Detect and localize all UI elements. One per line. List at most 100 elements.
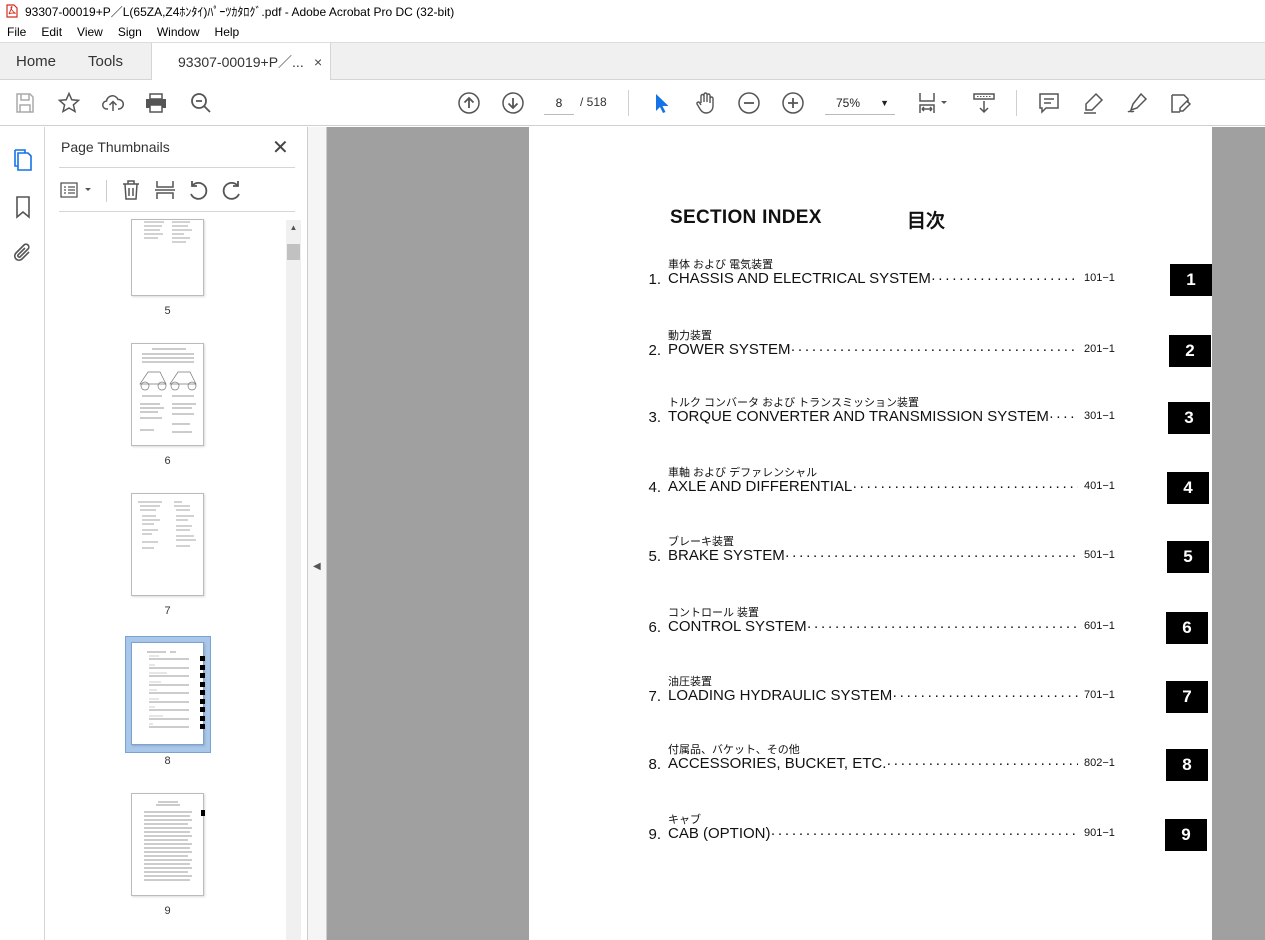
entry-number: 3. bbox=[648, 409, 661, 426]
title-bar: 93307-00019+P／L(65ZA,Z4ﾎﾝﾀｲ)ﾊﾟｰﾂｶﾀﾛｸﾞ.pd… bbox=[0, 0, 1265, 22]
tab-document[interactable]: 93307-00019+P／... × bbox=[151, 43, 331, 81]
tab-home[interactable]: Home bbox=[16, 43, 56, 80]
panel-title: Page Thumbnails bbox=[61, 139, 170, 155]
select-cursor-icon[interactable] bbox=[649, 91, 673, 115]
next-page-icon[interactable] bbox=[501, 91, 525, 115]
section-index-heading: SECTION INDEX bbox=[670, 207, 822, 228]
toolbar-divider bbox=[106, 180, 107, 202]
section-tab-marker: 3 bbox=[1168, 402, 1210, 434]
entry-title: CONTROL SYSTEM··························… bbox=[668, 618, 1078, 635]
comment-icon[interactable] bbox=[1037, 91, 1061, 115]
menu-window[interactable]: Window bbox=[150, 25, 208, 39]
panel-splitter[interactable]: ◀ bbox=[308, 127, 327, 940]
sign-pen-icon[interactable] bbox=[1125, 91, 1149, 115]
entry-title: CHASSIS AND ELECTRICAL SYSTEM···········… bbox=[668, 270, 1078, 287]
thumbnails-scrollbar[interactable]: ▲ bbox=[286, 220, 301, 940]
fill-sign-icon[interactable] bbox=[1169, 91, 1193, 115]
thumbnail-toolbar bbox=[45, 174, 308, 214]
collapse-panel-arrow-icon[interactable]: ◀ bbox=[313, 561, 321, 572]
thumbnail-label: 5 bbox=[164, 305, 171, 317]
entry-number: 4. bbox=[648, 479, 661, 496]
scrollbar-thumb[interactable] bbox=[287, 244, 300, 260]
hand-tool-icon[interactable] bbox=[693, 91, 717, 115]
index-entry: ブレーキ装置 5. BRAKE SYSTEM··················… bbox=[529, 533, 1212, 593]
entry-page-ref: 301−1 bbox=[1084, 410, 1115, 422]
thumbnail-page-9[interactable] bbox=[131, 793, 205, 896]
page-thumbnails-icon[interactable] bbox=[11, 148, 35, 172]
acrobat-pdf-icon bbox=[6, 4, 18, 18]
thumbnail-page-7[interactable] bbox=[131, 493, 204, 596]
scroll-mode-icon[interactable] bbox=[972, 91, 996, 115]
pdf-page: SECTION INDEX 目次 車体 および 電気装置 1. CHASSIS … bbox=[529, 127, 1212, 940]
close-panel-icon[interactable]: ✕ bbox=[272, 135, 289, 160]
entry-title: LOADING HYDRAULIC SYSTEM················… bbox=[668, 687, 1078, 704]
entry-title: TORQUE CONVERTER AND TRANSMISSION SYSTEM… bbox=[668, 408, 1078, 425]
tab-bar: Home Tools 93307-00019+P／... × bbox=[0, 42, 1265, 81]
entry-page-ref: 901−1 bbox=[1084, 827, 1115, 839]
section-tab-marker: 5 bbox=[1167, 541, 1209, 573]
menu-edit[interactable]: Edit bbox=[34, 25, 70, 39]
thumbnail-options-icon[interactable] bbox=[59, 178, 95, 202]
entry-page-ref: 401−1 bbox=[1084, 480, 1115, 492]
left-navigation-rail bbox=[0, 127, 45, 940]
index-entry: 付属品、バケット、その他 8. ACCESSORIES, BUCKET, ETC… bbox=[529, 741, 1212, 801]
zoom-in-icon[interactable] bbox=[781, 91, 805, 115]
thumbnail-label: 8 bbox=[164, 755, 171, 767]
section-tab-marker: 1 bbox=[1170, 264, 1212, 296]
section-tab-marker: 7 bbox=[1166, 681, 1208, 713]
highlight-pen-icon[interactable] bbox=[1081, 91, 1105, 115]
scroll-up-arrow-icon[interactable]: ▲ bbox=[286, 220, 301, 235]
thumbnail-page-5[interactable] bbox=[131, 219, 204, 296]
entry-page-ref: 802−1 bbox=[1084, 757, 1115, 769]
page-fit-icon[interactable] bbox=[917, 91, 951, 115]
entry-number: 8. bbox=[648, 756, 661, 773]
index-entry: キャブ 9. CAB (OPTION)·····················… bbox=[529, 811, 1212, 871]
section-tab-marker: 8 bbox=[1166, 749, 1208, 781]
entry-page-ref: 601−1 bbox=[1084, 620, 1115, 632]
section-tab-marker: 9 bbox=[1165, 819, 1207, 851]
rotate-clockwise-icon[interactable] bbox=[220, 178, 244, 202]
tab-tools[interactable]: Tools bbox=[88, 43, 123, 80]
rotate-counterclockwise-icon[interactable] bbox=[186, 178, 210, 202]
print-icon[interactable] bbox=[144, 91, 168, 115]
window-title: 93307-00019+P／L(65ZA,Z4ﾎﾝﾀｲ)ﾊﾟｰﾂｶﾀﾛｸﾞ.pd… bbox=[25, 4, 455, 19]
menu-bar: File Edit View Sign Window Help bbox=[0, 22, 1265, 42]
zoom-out-icon[interactable] bbox=[737, 91, 761, 115]
index-entry: 車体 および 電気装置 1. CHASSIS AND ELECTRICAL SY… bbox=[529, 256, 1212, 316]
cloud-upload-icon[interactable] bbox=[101, 91, 125, 115]
previous-page-icon[interactable] bbox=[457, 91, 481, 115]
page-total: / 518 bbox=[580, 95, 607, 109]
toolbar-divider bbox=[628, 90, 629, 116]
section-index-heading-jp: 目次 bbox=[907, 211, 946, 232]
menu-sign[interactable]: Sign bbox=[111, 25, 150, 39]
thumbnail-page-6[interactable] bbox=[131, 343, 204, 446]
extract-page-icon[interactable] bbox=[153, 178, 177, 202]
entry-page-ref: 201−1 bbox=[1084, 343, 1115, 355]
close-tab-icon[interactable]: × bbox=[314, 54, 322, 70]
zoom-level-select[interactable]: 75% ▼ bbox=[825, 91, 895, 115]
document-viewer[interactable]: SECTION INDEX 目次 車体 および 電気装置 1. CHASSIS … bbox=[327, 127, 1265, 940]
save-icon[interactable] bbox=[13, 91, 37, 115]
star-icon[interactable] bbox=[57, 91, 81, 115]
zoom-search-icon[interactable] bbox=[189, 91, 213, 115]
menu-view[interactable]: View bbox=[70, 25, 111, 39]
bookmark-icon[interactable] bbox=[11, 195, 35, 219]
section-tab-marker: 6 bbox=[1166, 612, 1208, 644]
page-thumbnails-panel: Page Thumbnails ✕ 5 6 7 8 9 ▲ bbox=[45, 127, 308, 940]
attachment-icon[interactable] bbox=[11, 241, 35, 265]
entry-page-ref: 701−1 bbox=[1084, 689, 1115, 701]
entry-page-ref: 501−1 bbox=[1084, 549, 1115, 561]
delete-page-icon[interactable] bbox=[119, 178, 143, 202]
document-tab-label: 93307-00019+P／... bbox=[178, 54, 304, 70]
divider bbox=[59, 167, 295, 168]
menu-help[interactable]: Help bbox=[208, 25, 248, 39]
entry-number: 1. bbox=[648, 271, 661, 288]
toolbar-divider bbox=[1016, 90, 1017, 116]
entry-title: POWER SYSTEM····························… bbox=[668, 341, 1078, 358]
index-entry: 車軸 および デファレンシャル 4. AXLE AND DIFFERENTIAL… bbox=[529, 464, 1212, 524]
thumbnail-label: 7 bbox=[164, 605, 171, 617]
page-number-input[interactable]: 8 bbox=[544, 91, 574, 115]
entry-title: ACCESSORIES, BUCKET, ETC.···············… bbox=[668, 755, 1078, 772]
thumbnail-page-8[interactable] bbox=[131, 642, 205, 745]
menu-file[interactable]: File bbox=[0, 25, 34, 39]
